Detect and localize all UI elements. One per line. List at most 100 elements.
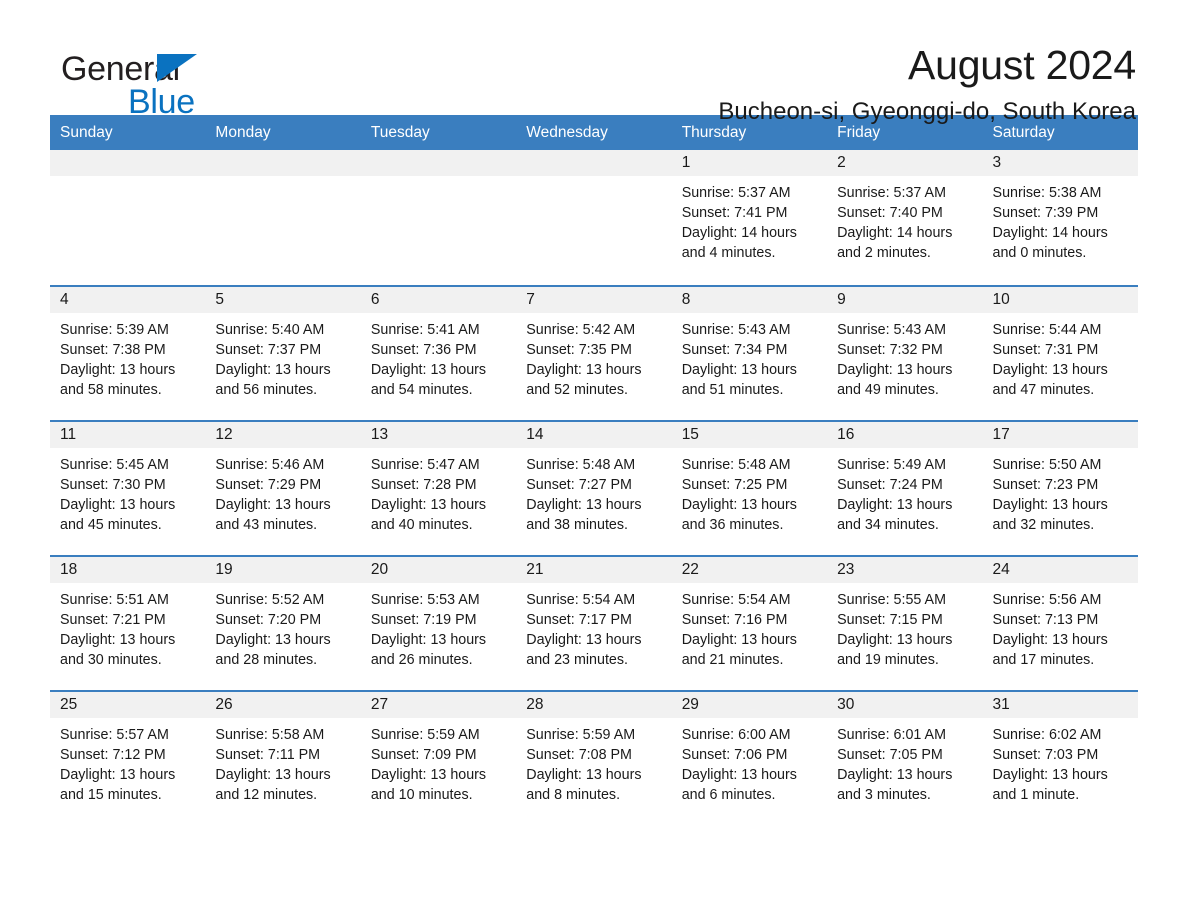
- sunset-text: Sunset: 7:31 PM: [992, 342, 1099, 359]
- sunset-text: Sunset: 7:08 PM: [526, 747, 632, 764]
- sunset-text: Sunset: 7:41 PM: [681, 205, 788, 222]
- day-number: 16: [827, 422, 983, 449]
- sunrise-text: Sunrise: 5:51 AM: [60, 592, 169, 609]
- sunset-text: Sunset: 7:39 PM: [992, 205, 1099, 222]
- calendar-day-cell[interactable]: 31 Sunrise: 6:02 AM Sunset: 7:03 PM Dayligh…: [982, 692, 1138, 826]
- day-number: 17: [982, 422, 1138, 449]
- calendar-day-cell[interactable]: 4 Sunrise: 5:39 AM Sunset: 7:38 PM Daylight…: [50, 287, 206, 421]
- sunset-text: Sunset: 7:34 PM: [681, 342, 788, 359]
- calendar-day-cell[interactable]: 15 Sunrise: 5:48 AM Sunset: 7:25 PM Dayligh…: [671, 422, 828, 556]
- calendar-day-cell[interactable]: 26 Sunrise: 5:58 AM Sunset: 7:11 PM Dayligh…: [205, 692, 361, 826]
- daylight-text: Daylight: 13 hours and 38 minutes.: [526, 497, 642, 534]
- daylight-text: Daylight: 13 hours and 12 minutes.: [215, 767, 331, 804]
- calendar-day-cell[interactable]: 9 Sunrise: 5:43 AM Sunset: 7:32 PM Daylight…: [827, 287, 983, 421]
- calendar-day-cell[interactable]: 12 Sunrise: 5:46 AM Sunset: 7:29 PM Dayligh…: [205, 422, 361, 556]
- calendar-day-cell[interactable]: 28 Sunrise: 5:59 AM Sunset: 7:08 PM Dayligh…: [516, 692, 672, 826]
- weekday-header-friday: Friday: [837, 124, 881, 141]
- daylight-text: Daylight: 14 hours and 0 minutes.: [992, 225, 1108, 262]
- sunset-text: Sunset: 7:06 PM: [681, 747, 788, 764]
- day-number: 23: [827, 557, 983, 584]
- daylight-text: Daylight: 13 hours and 23 minutes.: [526, 632, 642, 669]
- sunrise-text: Sunrise: 5:43 AM: [837, 322, 946, 339]
- calendar-week-row: 18 Sunrise: 5:51 AM Sunset: 7:21 PM Dayligh…: [50, 555, 1138, 691]
- sunset-text: Sunset: 7:19 PM: [370, 612, 477, 629]
- daylight-text: Daylight: 13 hours and 49 minutes.: [837, 362, 953, 399]
- calendar-day-cell[interactable]: 13 Sunrise: 5:47 AM Sunset: 7:28 PM Dayligh…: [360, 422, 517, 556]
- calendar-day-cell[interactable]: 18 Sunrise: 5:51 AM Sunset: 7:21 PM Dayligh…: [50, 557, 206, 691]
- day-number: 25: [50, 692, 206, 719]
- sunset-text: Sunset: 7:23 PM: [992, 477, 1099, 494]
- sunrise-text: Sunrise: 5:39 AM: [60, 322, 169, 339]
- triangle-icon: [157, 54, 197, 82]
- day-number: 6: [360, 287, 517, 314]
- calendar-day-cell[interactable]: 14 Sunrise: 5:48 AM Sunset: 7:27 PM Dayligh…: [516, 422, 672, 556]
- calendar-day-cell[interactable]: 7 Sunrise: 5:42 AM Sunset: 7:35 PM Daylight…: [516, 287, 672, 421]
- calendar-day-cell[interactable]: 30 Sunrise: 6:01 AM Sunset: 7:05 PM Dayligh…: [827, 692, 983, 826]
- daylight-text: Daylight: 13 hours and 19 minutes.: [837, 632, 953, 669]
- weekday-header-saturday: Saturday: [992, 124, 1055, 141]
- calendar-grid: Sunday Monday Tuesday Wednesday Thursday…: [50, 115, 1138, 826]
- day-details: Sunrise: 5:44 AM Sunset: 7:31 PM Daylight:…: [983, 313, 1138, 400]
- calendar-day-cell[interactable]: 8 Sunrise: 5:43 AM Sunset: 7:34 PM Daylight…: [671, 287, 828, 421]
- calendar-day-cell[interactable]: 10 Sunrise: 5:44 AM Sunset: 7:31 PM Dayligh…: [982, 287, 1138, 421]
- daylight-text: Daylight: 13 hours and 28 minutes.: [215, 632, 331, 669]
- sunrise-text: Sunrise: 5:54 AM: [526, 592, 636, 609]
- day-number: 31: [982, 692, 1138, 719]
- day-details: Sunrise: 5:48 AM Sunset: 7:27 PM Daylight:…: [516, 448, 671, 535]
- calendar-day-cell[interactable]: 25 Sunrise: 5:57 AM Sunset: 7:12 PM Dayligh…: [50, 692, 206, 826]
- calendar-day-cell[interactable]: 16 Sunrise: 5:49 AM Sunset: 7:24 PM Dayligh…: [827, 422, 983, 556]
- day-number: 10: [982, 287, 1138, 314]
- calendar-day-cell[interactable]: 3 Sunrise: 5:38 AM Sunset: 7:39 PM Daylight…: [982, 150, 1138, 286]
- calendar-day-cell[interactable]: 29 Sunrise: 6:00 AM Sunset: 7:06 PM Dayligh…: [671, 692, 828, 826]
- day-details: Sunrise: 5:59 AM Sunset: 7:09 PM Daylight:…: [361, 718, 516, 805]
- day-details: Sunrise: 5:43 AM Sunset: 7:32 PM Daylight:…: [827, 313, 982, 400]
- day-number: 19: [205, 557, 361, 584]
- sunset-text: Sunset: 7:40 PM: [837, 205, 943, 222]
- day-details: Sunrise: 5:54 AM Sunset: 7:16 PM Daylight:…: [672, 583, 827, 670]
- calendar-day-cell[interactable]: 20 Sunrise: 5:53 AM Sunset: 7:19 PM Dayligh…: [360, 557, 517, 691]
- sunset-text: Sunset: 7:15 PM: [837, 612, 943, 629]
- sunrise-text: Sunrise: 5:59 AM: [526, 727, 636, 744]
- day-number: [205, 150, 361, 177]
- daylight-text: Daylight: 13 hours and 34 minutes.: [837, 497, 953, 534]
- calendar-day-cell-empty: [205, 150, 361, 286]
- calendar-day-cell[interactable]: 21 Sunrise: 5:54 AM Sunset: 7:17 PM Dayligh…: [516, 557, 672, 691]
- sunrise-text: Sunrise: 5:54 AM: [681, 592, 791, 609]
- calendar-day-cell[interactable]: 23 Sunrise: 5:55 AM Sunset: 7:15 PM Dayligh…: [827, 557, 983, 691]
- day-number: 29: [671, 692, 828, 719]
- day-number: 3: [982, 150, 1138, 177]
- day-details: Sunrise: 5:37 AM Sunset: 7:41 PM Daylight:…: [672, 176, 827, 263]
- daylight-text: Daylight: 13 hours and 47 minutes.: [992, 362, 1108, 399]
- sunrise-text: Sunrise: 5:47 AM: [370, 457, 480, 474]
- calendar-day-cell[interactable]: 1 Sunrise: 5:37 AM Sunset: 7:41 PM Daylight…: [671, 150, 828, 286]
- calendar-day-cell[interactable]: 27 Sunrise: 5:59 AM Sunset: 7:09 PM Dayligh…: [360, 692, 517, 826]
- daylight-text: Daylight: 13 hours and 6 minutes.: [681, 767, 797, 804]
- calendar-day-cell[interactable]: 2 Sunrise: 5:37 AM Sunset: 7:40 PM Daylight…: [827, 150, 983, 286]
- calendar-day-cell[interactable]: 17 Sunrise: 5:50 AM Sunset: 7:23 PM Dayligh…: [982, 422, 1138, 556]
- sunset-text: Sunset: 7:35 PM: [526, 342, 632, 359]
- day-number: 9: [827, 287, 983, 314]
- sunset-text: Sunset: 7:16 PM: [681, 612, 788, 629]
- general-blue-logo[interactable]: General Blue: [50, 44, 290, 119]
- day-details: Sunrise: 5:59 AM Sunset: 7:08 PM Daylight:…: [516, 718, 671, 805]
- calendar-day-cell[interactable]: 5 Sunrise: 5:40 AM Sunset: 7:37 PM Daylight…: [205, 287, 361, 421]
- sunset-text: Sunset: 7:20 PM: [215, 612, 322, 629]
- weekday-header-thursday: Thursday: [681, 124, 747, 141]
- calendar-day-cell[interactable]: 19 Sunrise: 5:52 AM Sunset: 7:20 PM Dayligh…: [205, 557, 361, 691]
- calendar-day-cell[interactable]: 22 Sunrise: 5:54 AM Sunset: 7:16 PM Dayligh…: [671, 557, 828, 691]
- day-details: Sunrise: 5:51 AM Sunset: 7:21 PM Daylight:…: [50, 583, 205, 670]
- sunrise-text: Sunrise: 5:57 AM: [60, 727, 169, 744]
- sunrise-text: Sunrise: 5:44 AM: [992, 322, 1102, 339]
- day-number: 11: [50, 422, 206, 449]
- daylight-text: Daylight: 13 hours and 32 minutes.: [992, 497, 1108, 534]
- sunset-text: Sunset: 7:11 PM: [215, 747, 321, 764]
- calendar-week-row: 11 Sunrise: 5:45 AM Sunset: 7:30 PM Dayligh…: [50, 420, 1138, 556]
- page-title: August 2024: [907, 42, 1136, 88]
- sunrise-text: Sunrise: 5:59 AM: [370, 727, 480, 744]
- day-details: Sunrise: 5:37 AM Sunset: 7:40 PM Daylight:…: [827, 176, 982, 263]
- calendar-day-cell[interactable]: 24 Sunrise: 5:56 AM Sunset: 7:13 PM Dayligh…: [982, 557, 1138, 691]
- calendar-day-cell[interactable]: 11 Sunrise: 5:45 AM Sunset: 7:30 PM Dayligh…: [50, 422, 206, 556]
- day-number: 2: [827, 150, 983, 177]
- calendar-day-cell[interactable]: 6 Sunrise: 5:41 AM Sunset: 7:36 PM Daylight…: [360, 287, 517, 421]
- sunrise-text: Sunrise: 6:00 AM: [681, 727, 791, 744]
